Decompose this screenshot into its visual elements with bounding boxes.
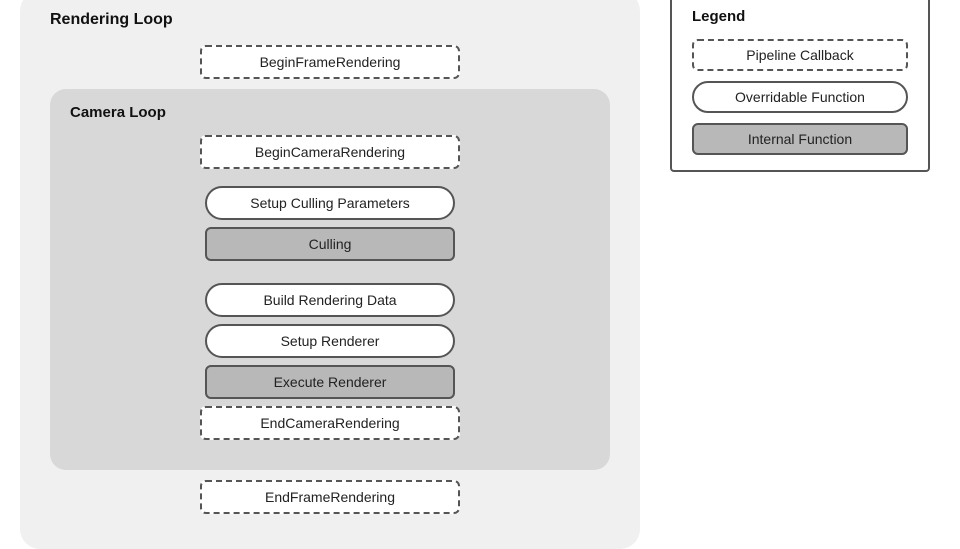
camera-loop-item-0: BeginCameraRendering — [200, 135, 460, 169]
camera-loop-item-5: Execute Renderer — [205, 365, 455, 399]
legend-title: Legend — [692, 8, 908, 25]
legend-box: Legend Pipeline Callback Overridable Func… — [670, 0, 930, 172]
legend-item-0: Pipeline Callback — [692, 39, 908, 71]
end-frame-rendering-box: EndFrameRendering — [200, 480, 460, 514]
camera-loop-item-6: EndCameraRendering — [200, 406, 460, 440]
camera-loop-item-1: Setup Culling Parameters — [205, 186, 455, 220]
main-container: Rendering Loop BeginFrameRendering Camer… — [20, 0, 940, 549]
camera-loop-item-2: Culling — [205, 227, 455, 261]
camera-loop-item-3: Build Rendering Data — [205, 283, 455, 317]
begin-frame-rendering-box: BeginFrameRendering — [200, 45, 460, 79]
end-frame-rendering-label: EndFrameRendering — [265, 489, 395, 505]
camera-loop-title: Camera Loop — [70, 104, 590, 121]
camera-loop-items: BeginCameraRendering Setup Culling Parame… — [70, 135, 590, 450]
legend-item-2: Internal Function — [692, 123, 908, 155]
rendering-loop-box: Rendering Loop BeginFrameRendering Camer… — [20, 0, 640, 549]
camera-loop-box: Camera Loop BeginCameraRendering Setup Cu… — [50, 89, 610, 470]
legend-item-1: Overridable Function — [692, 81, 908, 113]
rendering-loop-title: Rendering Loop — [50, 11, 610, 29]
camera-loop-item-4: Setup Renderer — [205, 324, 455, 358]
begin-frame-rendering-label: BeginFrameRendering — [260, 54, 401, 70]
legend-items: Pipeline Callback Overridable Function Int… — [692, 39, 908, 155]
